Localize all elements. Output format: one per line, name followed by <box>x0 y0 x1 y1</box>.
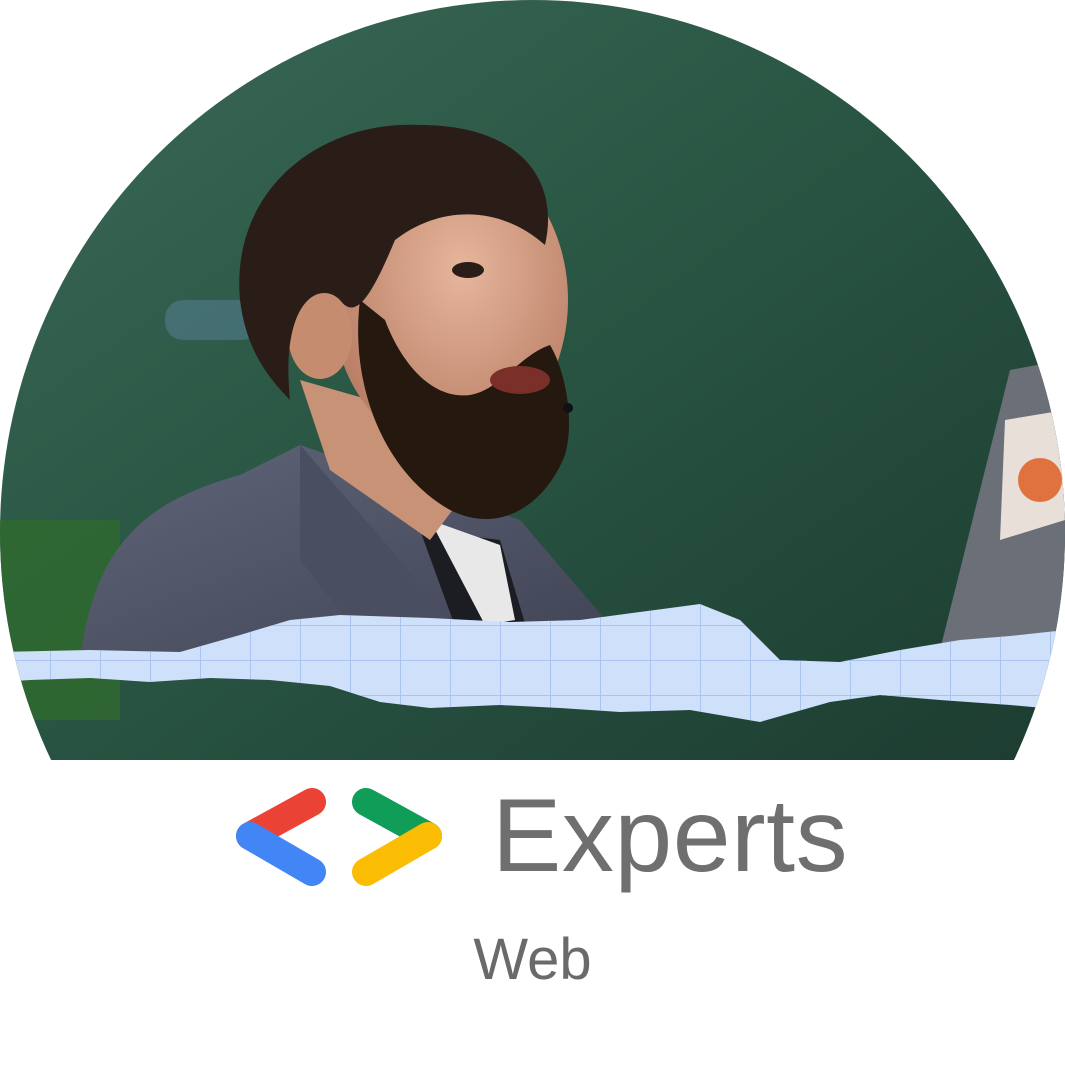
developer-experts-logo-icon <box>236 788 442 886</box>
program-badge: Experts <box>0 770 1065 900</box>
profile-badge-circle: Experts Web <box>0 0 1065 1065</box>
torn-paper-strip <box>0 604 1065 722</box>
expert-category-label: Web <box>473 927 592 992</box>
program-name: Experts <box>492 778 849 894</box>
